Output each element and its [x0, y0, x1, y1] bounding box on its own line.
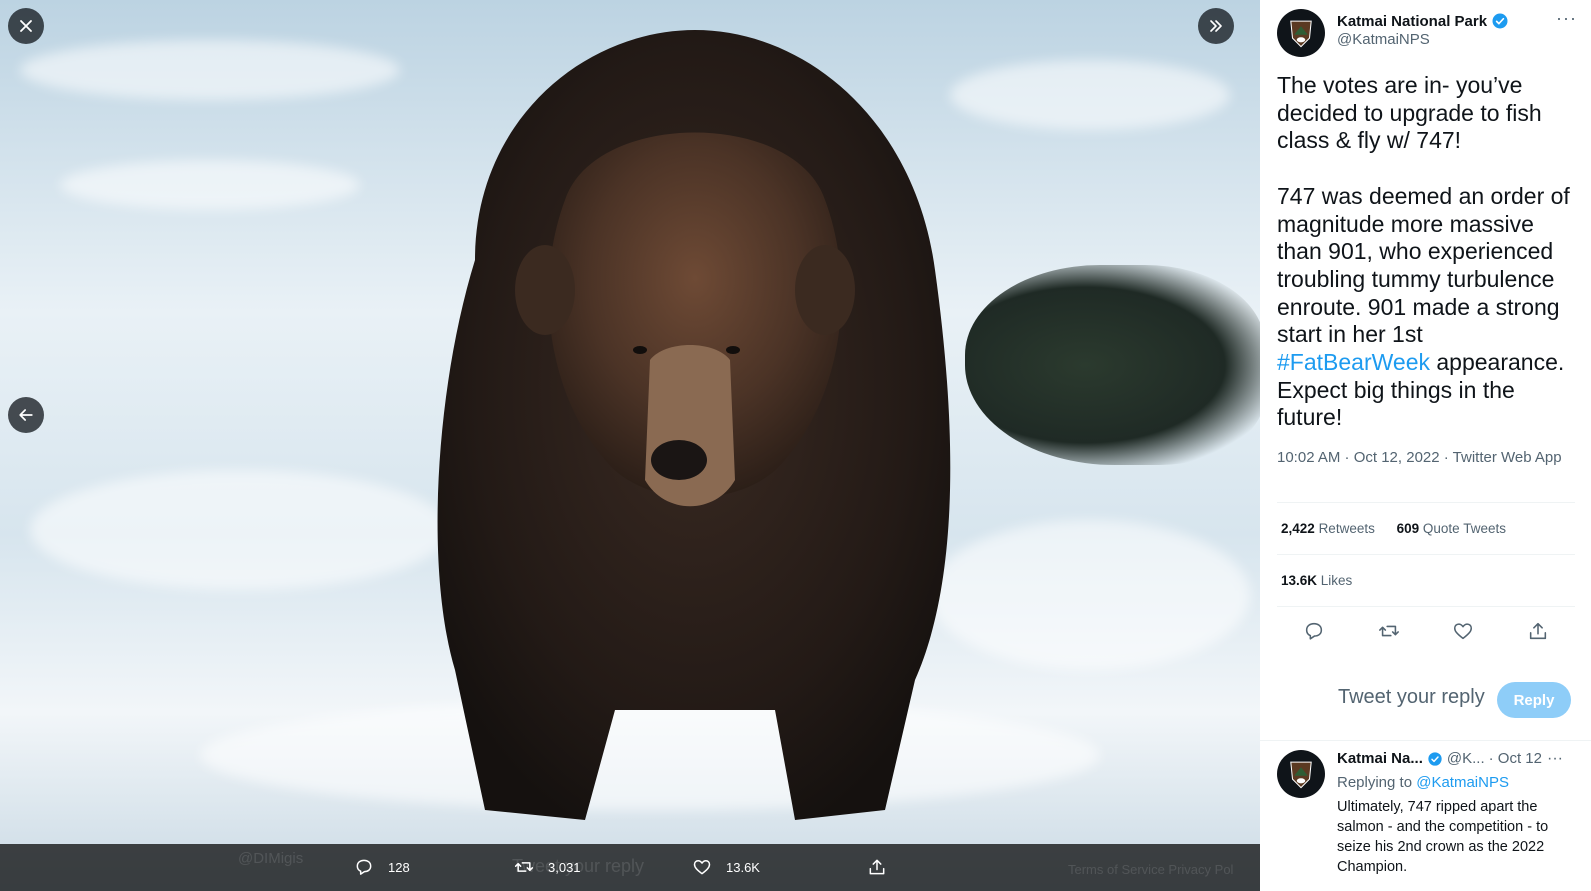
tweet-text: The votes are in- you’ve decided to upgr…	[1277, 72, 1577, 432]
reply-text: Ultimately, 747 ripped apart the salmon …	[1337, 799, 1549, 875]
retweets-stat[interactable]: 2,422 Retweets	[1281, 521, 1375, 536]
retweets-label: Retweets	[1318, 521, 1375, 536]
retweet-icon	[514, 862, 534, 872]
water	[20, 40, 400, 100]
divider	[1260, 740, 1591, 741]
rock	[965, 265, 1260, 465]
share-icon	[869, 859, 885, 875]
share-button[interactable]	[1527, 620, 1549, 647]
retweet-stats: 2,422 Retweets 609 Quote Tweets	[1281, 521, 1524, 536]
avatar[interactable]	[1277, 9, 1325, 57]
media-viewer: @DIMigis Tweet your reply Terms of Servi…	[0, 0, 1260, 891]
reply-more-options-icon[interactable]: ···	[1547, 750, 1563, 768]
retweet-icon	[1378, 625, 1399, 637]
verified-badge-icon	[1428, 751, 1442, 766]
water	[930, 520, 1250, 670]
likes-stat[interactable]: 13.6K Likes	[1281, 573, 1352, 588]
verified-badge-icon	[1492, 13, 1508, 29]
bear	[437, 30, 951, 820]
reply-date[interactable]: · Oct 12	[1489, 750, 1542, 767]
tweet-text-part1: The votes are in- you’ve decided to upgr…	[1277, 72, 1570, 348]
media-like-count: 13.6K	[726, 859, 760, 875]
media-share-button[interactable]	[867, 857, 887, 877]
likes-stats: 13.6K Likes	[1281, 573, 1370, 588]
reply-icon	[356, 859, 372, 875]
replying-label: Replying to	[1337, 774, 1413, 791]
tweet-actions	[1277, 620, 1575, 647]
divider	[1277, 554, 1575, 555]
likes-count: 13.6K	[1281, 573, 1318, 588]
likes-label: Likes	[1320, 573, 1353, 588]
ghost-handle: @DIMigis	[238, 850, 304, 867]
reply-header: Katmai Na... @K... · Oct 12	[1337, 750, 1542, 767]
reply-input[interactable]: Tweet your reply	[1338, 686, 1485, 709]
nps-arrowhead-logo	[1290, 761, 1312, 789]
author-handle: @KatmaiNPS	[1337, 31, 1430, 48]
quotes-label: Quote Tweets	[1422, 521, 1506, 536]
tweet-author[interactable]: Katmai National Park @KatmaiNPS	[1277, 9, 1509, 57]
author-name-row: Katmai National Park	[1337, 12, 1509, 30]
media-like-button[interactable]: 13.6K	[692, 857, 760, 877]
divider	[1277, 606, 1575, 607]
retweet-button[interactable]	[1378, 620, 1400, 647]
quotes-count: 609	[1396, 521, 1420, 536]
like-button[interactable]	[1452, 620, 1474, 647]
arrow-left-icon	[19, 409, 33, 421]
more-options-icon[interactable]: ···	[1556, 8, 1577, 29]
tweet-panel: Katmai National Park @KatmaiNPS ··· The …	[1260, 0, 1591, 891]
author-name: Katmai National Park	[1337, 12, 1488, 30]
quote-tweets-stat[interactable]: 609 Quote Tweets	[1397, 521, 1506, 536]
ghost-footer: Terms of Service Privacy Pol	[1068, 862, 1234, 877]
media-action-bar: @DIMigis Tweet your reply Terms of Servi…	[0, 844, 1260, 891]
previous-image-button[interactable]	[8, 397, 44, 433]
hashtag-link[interactable]: #FatBearWeek	[1277, 349, 1430, 375]
media-reply-button[interactable]: 128	[354, 857, 410, 877]
double-chevron-right-icon	[1210, 20, 1222, 32]
nps-arrowhead-logo	[1290, 20, 1312, 48]
retweets-count: 2,422	[1281, 521, 1315, 536]
reply-author-name[interactable]: Katmai Na...	[1337, 750, 1423, 767]
close-icon	[20, 20, 32, 32]
water	[60, 160, 360, 210]
close-button[interactable]	[8, 8, 44, 44]
divider	[1277, 502, 1575, 503]
reply-button[interactable]	[1303, 620, 1325, 647]
heart-icon	[693, 860, 711, 875]
reply-author-handle: @K...	[1446, 750, 1485, 767]
media-reply-count: 128	[388, 859, 410, 875]
media-retweet-count: 3,031	[548, 859, 581, 875]
reply-avatar[interactable]	[1277, 750, 1325, 798]
share-icon	[1529, 622, 1546, 640]
expand-panel-button[interactable]	[1198, 8, 1234, 44]
media-retweet-button[interactable]: 3,031	[514, 857, 581, 877]
reply-submit-button[interactable]: Reply	[1497, 682, 1571, 718]
water	[950, 60, 1230, 130]
tweet-timestamp[interactable]: 10:02 AM · Oct 12, 2022 · Twitter Web Ap…	[1277, 447, 1572, 468]
replying-to: Replying to @KatmaiNPS	[1337, 774, 1509, 791]
water	[30, 470, 450, 590]
heart-icon	[1454, 623, 1473, 640]
replying-to-link[interactable]: @KatmaiNPS	[1416, 774, 1509, 791]
reply-icon	[1306, 622, 1323, 640]
